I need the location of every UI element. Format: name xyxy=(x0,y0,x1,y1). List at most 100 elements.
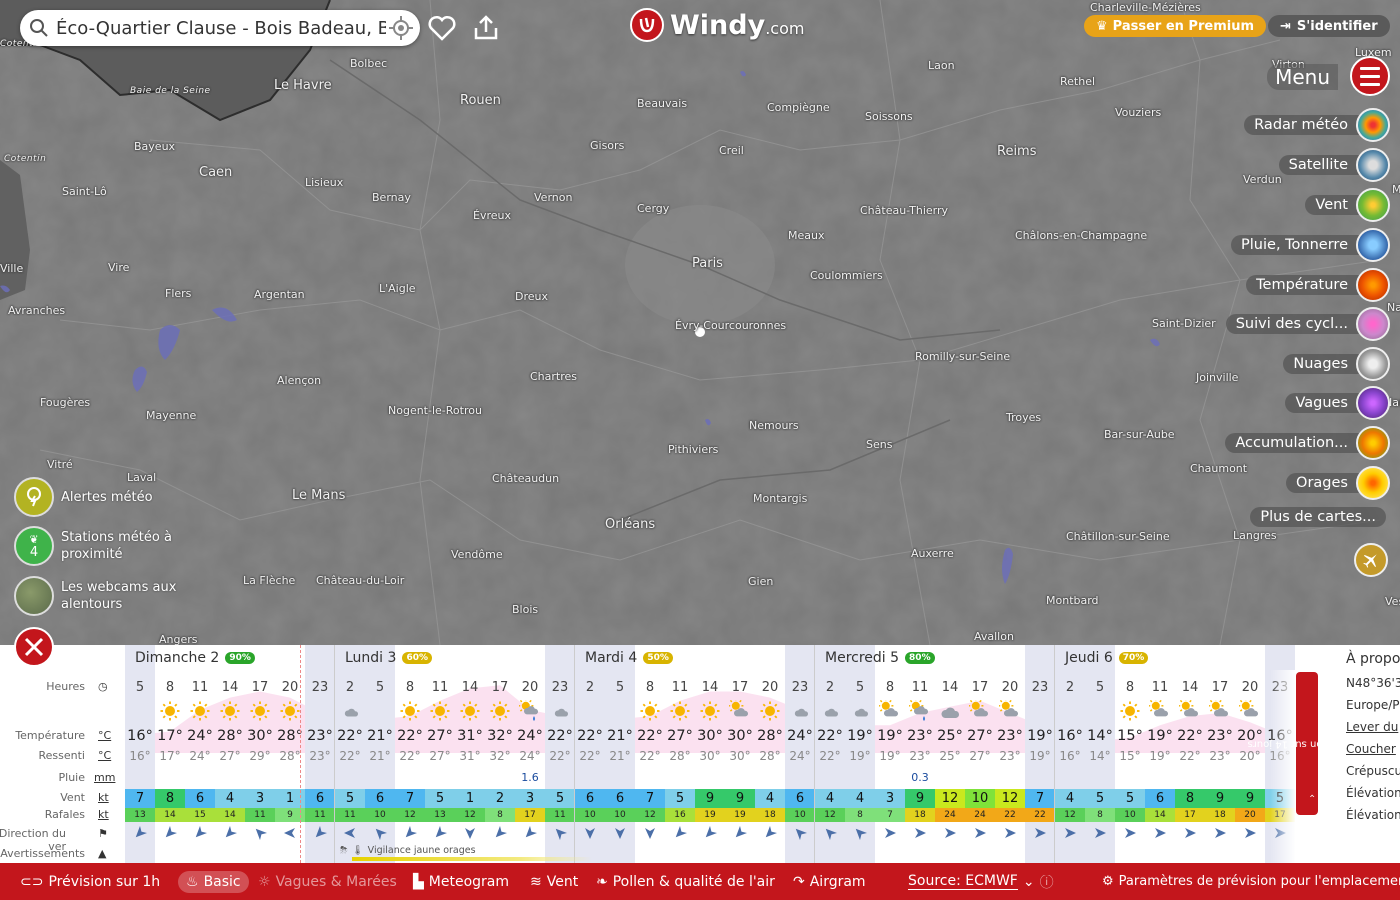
layer-item[interactable]: Température xyxy=(1246,268,1390,302)
windy-logo[interactable]: Windy.com xyxy=(630,8,804,42)
layer-item[interactable]: Orages xyxy=(1286,466,1390,500)
layer-item[interactable]: Radar météo xyxy=(1244,108,1390,142)
nearby-stations-widget[interactable]: ❦ 4 Stations météo à proximité xyxy=(14,526,181,566)
forecast-column[interactable]: 5 21° 21° 6 10 xyxy=(605,645,635,863)
day-header[interactable]: Dimanche 2 90% xyxy=(135,650,255,666)
forecast-column[interactable]: 17 30° 30° 9 19 xyxy=(725,645,755,863)
day-header[interactable]: Mercredi 5 80% xyxy=(825,650,935,666)
tab-meteogram[interactable]: ▙ Meteogram xyxy=(413,874,509,890)
day-header[interactable]: Jeudi 6 70% xyxy=(1065,650,1149,666)
tab-waves[interactable]: ☼ Vagues & Marées xyxy=(258,874,397,890)
layer-item[interactable]: Satellite xyxy=(1278,148,1390,182)
forecast-column[interactable]: 2 22° 22° 5 11 xyxy=(335,645,365,863)
city-label: Bernay xyxy=(372,191,411,204)
tab-airgram[interactable]: ↷ Airgram xyxy=(793,874,866,890)
forecast-column[interactable]: 11 24° 24° 6 15 xyxy=(185,645,215,863)
forecast-column[interactable]: 14 30° 30° 9 19 xyxy=(695,645,725,863)
weather-alerts-widget[interactable]: Alertes météo xyxy=(14,477,153,517)
weather-moon-icon xyxy=(1029,700,1051,722)
warning-row[interactable]: ⛈ 🌡 Vigilance jaune orages xyxy=(340,845,476,856)
forecast-column[interactable]: 17 23° 23° 9 18 xyxy=(1205,645,1235,863)
forecast-column[interactable]: 2 22° 22° 4 12 xyxy=(815,645,845,863)
bar-chart-icon: ▙ xyxy=(413,873,424,890)
city-label: Ves xyxy=(1385,595,1400,608)
feels-like-value: 22° xyxy=(399,749,421,763)
wind-direction-arrow-icon xyxy=(785,826,815,842)
forecast-column[interactable]: 14 31° 31° 1 12 xyxy=(455,645,485,863)
day-header[interactable]: Lundi 3 60% xyxy=(345,650,432,666)
temperature-value: 16° xyxy=(127,728,153,744)
tab-basic[interactable]: ♨ Basic xyxy=(178,870,249,893)
gust-speed-cell: 14 xyxy=(1145,808,1175,822)
forecast-column[interactable]: 5 14° 14° 5 8 xyxy=(1085,645,1115,863)
day-header[interactable]: Mardi 4 50% xyxy=(585,650,673,666)
forecast-column[interactable]: 8 17° 17° 8 14 xyxy=(155,645,185,863)
about-sunset[interactable]: Coucher xyxy=(1346,742,1396,756)
about-sunrise[interactable]: Lever du xyxy=(1346,720,1398,734)
tab-wind[interactable]: ≋ Vent xyxy=(530,874,578,890)
layer-item[interactable]: Nuages xyxy=(1283,347,1390,381)
city-label: Gisors xyxy=(590,139,625,152)
hourly-forecast-toggle[interactable]: ⊂⊃ Prévision sur 1h xyxy=(20,874,160,890)
layer-item[interactable]: Vagues xyxy=(1285,386,1390,420)
search-input[interactable] xyxy=(56,17,386,39)
forecast-column[interactable]: 5 21° 21° 6 10 xyxy=(365,645,395,863)
layer-item[interactable]: Accumulation... xyxy=(1225,426,1390,460)
forecast-column[interactable]: 11 23° 23° 0.3 9 18 xyxy=(905,645,935,863)
forecast-column[interactable]: 17 27° 27° 10 24 xyxy=(965,645,995,863)
forecast-column[interactable]: 14 25° 25° 12 24 xyxy=(935,645,965,863)
forecast-column[interactable]: 20 24° 24° 1.6 3 17 xyxy=(515,645,545,863)
forecast-column[interactable]: 23 22° 22° 5 11 xyxy=(545,645,575,863)
forecast-column[interactable]: 2 22° 22° 6 10 xyxy=(575,645,605,863)
search-box[interactable] xyxy=(20,10,420,46)
forecast-column[interactable]: 23 19° 19° 7 22 xyxy=(1025,645,1055,863)
layer-item[interactable]: Vent xyxy=(1305,188,1390,222)
wind-speed-cell: 5 xyxy=(1115,789,1145,808)
forecast-column[interactable]: 8 15° 15° 5 10 xyxy=(1115,645,1145,863)
feels-like-value: 23° xyxy=(999,749,1021,763)
close-forecast-button[interactable] xyxy=(14,627,54,667)
forecast-column[interactable]: 14 22° 22° 8 17 xyxy=(1175,645,1205,863)
forecast-column[interactable]: 5 19° 19° 4 8 xyxy=(845,645,875,863)
geolocate-icon[interactable] xyxy=(388,15,414,45)
menu-hamburger-icon[interactable] xyxy=(1350,56,1390,96)
forecast-column[interactable]: 20 20° 20° 9 20 xyxy=(1235,645,1265,863)
forecast-column[interactable]: 8 19° 19° 3 7 xyxy=(875,645,905,863)
city-label: Laon xyxy=(928,59,955,72)
tab-pollen[interactable]: ❧ Pollen & qualité de l'air xyxy=(596,874,775,890)
search-icon[interactable] xyxy=(28,17,50,39)
14-day-forecast-tab[interactable]: prévision sur 14 jours › xyxy=(1248,672,1356,815)
layer-item[interactable]: Suivi des cycl... xyxy=(1225,307,1390,341)
forecast-column[interactable]: 5 16° 16° 7 13 xyxy=(125,645,155,863)
weather-map[interactable]: Cotentin Bolbec Le Havre Baie de la Seine Ro… xyxy=(0,0,1400,645)
forecast-column[interactable]: 8 22° 22° 7 12 xyxy=(395,645,425,863)
forecast-column[interactable]: 23 23° 23° 6 11 xyxy=(305,645,335,863)
menu-label[interactable]: Menu xyxy=(1267,64,1338,90)
forecast-column[interactable]: 11 27° 28° 5 16 xyxy=(665,645,695,863)
login-button[interactable]: ⇥ S'identifier xyxy=(1268,15,1390,37)
forecast-column[interactable]: 11 27° 27° 5 13 xyxy=(425,645,455,863)
forecast-column[interactable]: 8 22° 22° 7 12 xyxy=(635,645,665,863)
feels-like-value: 31° xyxy=(459,749,481,763)
forecast-column[interactable]: 20 23° 23° 12 22 xyxy=(995,645,1025,863)
forecast-column[interactable]: 23 24° 24° 6 10 xyxy=(785,645,815,863)
temperature-value: 21° xyxy=(367,728,393,744)
more-maps-button[interactable]: Plus de cartes... xyxy=(1250,507,1386,527)
forecast-column[interactable]: 2 16° 16° 4 12 xyxy=(1055,645,1085,863)
wind-speed-cell: 4 xyxy=(755,789,785,808)
webcams-widget[interactable]: Les webcams aux alentours xyxy=(14,576,181,616)
forecast-column[interactable]: 20 28° 28° 4 18 xyxy=(755,645,785,863)
day-separator xyxy=(814,645,815,863)
forecast-column[interactable]: 17 30° 29° 3 11 xyxy=(245,645,275,863)
location-settings-button[interactable]: ⚙ Paramètres de prévision pour l'emplacem… xyxy=(1102,874,1400,889)
forecast-column[interactable]: 11 19° 19° 6 14 xyxy=(1145,645,1175,863)
source-selector[interactable]: Source: ECMWF ⌄ ⓘ xyxy=(908,872,1054,892)
share-icon[interactable] xyxy=(468,10,504,46)
forecast-column[interactable]: 17 32° 32° 2 8 xyxy=(485,645,515,863)
forecast-column[interactable]: 14 28° 27° 4 14 xyxy=(215,645,245,863)
airplane-icon[interactable] xyxy=(1354,543,1388,577)
premium-button[interactable]: ♛ Passer en Premium xyxy=(1084,15,1266,37)
favorite-heart-icon[interactable] xyxy=(424,10,460,46)
feels-like-value: 30° xyxy=(729,749,751,763)
layer-item[interactable]: Pluie, Tonnerre xyxy=(1231,228,1390,262)
